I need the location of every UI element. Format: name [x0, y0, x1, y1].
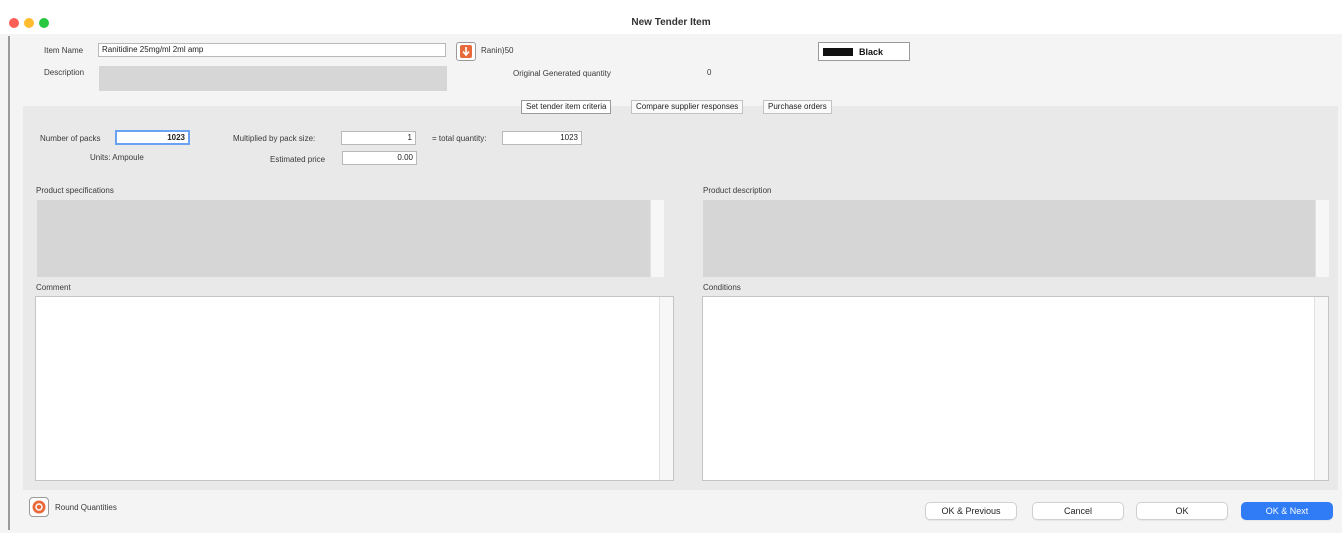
- conditions-label: Conditions: [703, 283, 741, 292]
- comment-label: Comment: [36, 283, 71, 292]
- total-quantity-label: = total quantity:: [432, 134, 487, 143]
- original-quantity-label: Original Generated quantity: [513, 69, 611, 78]
- product-specifications-label: Product specifications: [36, 186, 114, 195]
- estimated-price-field[interactable]: 0.00: [342, 151, 417, 165]
- cancel-button[interactable]: Cancel: [1032, 502, 1124, 520]
- pack-size-field[interactable]: 1: [341, 131, 416, 145]
- comment-scrollbar[interactable]: [659, 297, 673, 480]
- color-swatch: [823, 48, 853, 56]
- round-quantities-label: Round Quantities: [55, 503, 117, 512]
- window-title: New Tender Item: [631, 17, 711, 28]
- pack-size-label: Multiplied by pack size:: [233, 134, 316, 143]
- product-specifications-field[interactable]: [37, 200, 664, 277]
- tab-set-tender-item-criteria[interactable]: Set tender item criteria: [521, 100, 612, 114]
- conditions-scrollbar[interactable]: [1314, 297, 1328, 480]
- conditions-field[interactable]: [702, 296, 1329, 481]
- total-quantity-field[interactable]: 1023: [502, 131, 582, 145]
- title-bar: New Tender Item: [0, 0, 1342, 34]
- units-label: Units: Ampoule: [90, 153, 144, 162]
- item-name-field[interactable]: Ranitidine 25mg/ml 2ml amp: [98, 43, 446, 57]
- down-arrow-icon: [460, 45, 472, 58]
- product-specifications-scrollbar[interactable]: [650, 200, 664, 277]
- number-of-packs-label: Number of packs: [40, 134, 101, 143]
- item-code: Ranin)50: [481, 46, 514, 55]
- original-quantity-value: 0: [707, 68, 712, 77]
- round-quantities-button[interactable]: [29, 497, 49, 517]
- number-of-packs-field[interactable]: 1023: [115, 130, 190, 145]
- product-description-label: Product description: [703, 186, 772, 195]
- item-lookup-button[interactable]: [456, 42, 476, 61]
- window-left-border: [8, 36, 10, 530]
- estimated-price-label: Estimated price: [270, 155, 326, 164]
- color-picker[interactable]: Black: [818, 42, 910, 61]
- product-description-field[interactable]: [703, 200, 1329, 277]
- round-quantities-icon: [32, 500, 46, 514]
- ok-previous-button[interactable]: OK & Previous: [925, 502, 1017, 520]
- ok-button[interactable]: OK: [1136, 502, 1228, 520]
- description-field[interactable]: [99, 66, 447, 91]
- comment-field[interactable]: [35, 296, 674, 481]
- item-name-label: Item Name: [44, 46, 84, 55]
- product-description-scrollbar[interactable]: [1315, 200, 1329, 277]
- tab-compare-supplier-responses[interactable]: Compare supplier responses: [631, 100, 744, 114]
- color-label: Black: [859, 47, 884, 57]
- ok-next-button[interactable]: OK & Next: [1241, 502, 1333, 520]
- window: New Tender Item Item Name Ranitidine 25m…: [0, 0, 1342, 533]
- description-label: Description: [44, 68, 85, 77]
- tab-purchase-orders[interactable]: Purchase orders: [763, 100, 832, 114]
